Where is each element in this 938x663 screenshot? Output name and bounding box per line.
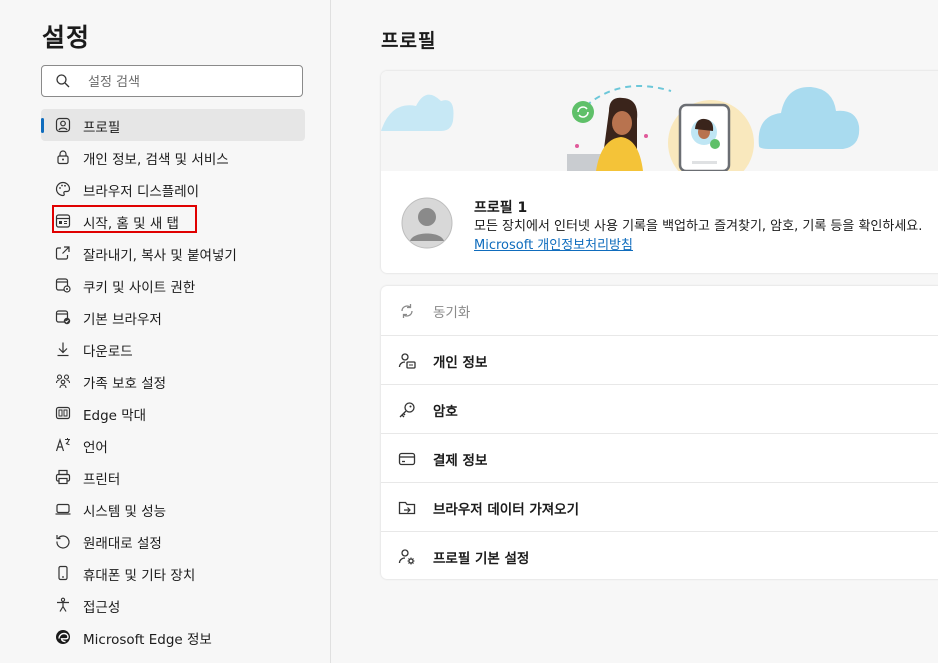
list-item-label: 브라우저 데이터 가져오기 [433,502,580,518]
profile-card: 프로필 1 모든 장치에서 인터넷 사용 기록을 백업하고 즐겨찾기, 암호, … [381,71,938,273]
profile-description: 모든 장치에서 인터넷 사용 기록을 백업하고 즐겨찾기, 암호, 기록 등을 … [474,217,934,255]
list-item-label: 암호 [433,404,458,420]
edge-bar-icon [55,405,71,421]
sidebar-item-reset[interactable]: 원래대로 설정 [41,525,305,557]
system-icon [55,501,71,517]
sidebar-item-label: 브라우저 디스플레이 [83,184,200,200]
profile-banner-illustration [381,71,938,171]
list-item-profile-preferences[interactable]: 프로필 기본 설정 [381,531,938,579]
sidebar-item-accessibility[interactable]: 접근성 [41,589,305,621]
lock-icon [55,149,71,165]
list-item-label: 개인 정보 [433,355,488,371]
sidebar-item-label: Edge 막대 [83,408,147,424]
sidebar-item-share-copy-paste[interactable]: 잘라내기, 복사 및 붙여넣기 [41,237,305,269]
sidebar-item-system[interactable]: 시스템 및 성능 [41,493,305,525]
sidebar-item-label: 잘라내기, 복사 및 붙여넣기 [83,248,237,264]
avatar [401,197,453,249]
key-icon [398,401,416,419]
card-icon [398,450,416,468]
list-item-label: 프로필 기본 설정 [433,551,530,567]
search-input[interactable] [86,70,290,94]
sidebar-item-label: 시스템 및 성능 [83,504,167,520]
default-browser-icon [55,309,71,325]
sidebar: 설정 프로필 개인 정보, 검색 및 서비스 브라우저 디스플레이 시작, 홈 … [0,0,331,663]
sidebar-item-label: 언어 [83,440,108,456]
sidebar-item-downloads[interactable]: 다운로드 [41,333,305,365]
sidebar-item-about[interactable]: Microsoft Edge 정보 [41,621,305,653]
list-item-import-data[interactable]: 브라우저 데이터 가져오기 [381,482,938,531]
highlight-box [52,205,197,233]
profile-description-text: 모든 장치에서 인터넷 사용 기록을 백업하고 즐겨찾기, 암호, 기록 등을 … [474,219,923,234]
sidebar-item-label: 개인 정보, 검색 및 서비스 [83,152,229,168]
privacy-policy-link[interactable]: Microsoft 개인정보처리방침 [474,238,633,253]
sidebar-item-appearance[interactable]: 브라우저 디스플레이 [41,173,305,205]
edge-logo-icon [55,629,71,645]
accessibility-icon [55,597,71,613]
sidebar-item-label: 가족 보호 설정 [83,376,167,392]
list-item-label: 동기화 [433,305,471,321]
cookie-icon [55,277,71,293]
family-icon [55,373,71,389]
profile-settings-icon [398,548,416,566]
sidebar-item-phone-devices[interactable]: 휴대폰 및 기타 장치 [41,557,305,589]
reset-icon [55,533,71,549]
profile-options-list: 동기화 개인 정보 암호 결제 정보 브라우저 데이터 가져오기 프로필 기본 … [381,286,938,579]
sidebar-item-label: 프로필 [83,120,121,136]
list-item-sync[interactable]: 동기화 [381,286,938,335]
palette-icon [55,181,71,197]
sidebar-item-label: Microsoft Edge 정보 [83,632,212,648]
profile-icon [55,117,71,133]
sidebar-item-privacy[interactable]: 개인 정보, 검색 및 서비스 [41,141,305,173]
sidebar-item-languages[interactable]: 언어 [41,429,305,461]
download-icon [55,341,71,357]
list-item-passwords[interactable]: 암호 [381,384,938,433]
sidebar-item-label: 프린터 [83,472,121,488]
sidebar-item-label: 기본 브라우저 [83,312,162,328]
sidebar-item-profile[interactable]: 프로필 [41,109,305,141]
share-icon [55,245,71,261]
page-title: 프로필 [381,30,437,52]
list-item-label: 결제 정보 [433,453,488,469]
sidebar-item-cookies[interactable]: 쿠키 및 사이트 권한 [41,269,305,301]
search-box[interactable] [41,65,303,97]
sidebar-item-default-browser[interactable]: 기본 브라우저 [41,301,305,333]
list-item-personal-info[interactable]: 개인 정보 [381,335,938,384]
import-icon [398,499,416,517]
sidebar-item-label: 쿠키 및 사이트 권한 [83,280,196,296]
sidebar-item-label: 접근성 [83,600,121,616]
list-item-payment-info[interactable]: 결제 정보 [381,433,938,482]
sync-icon [398,302,416,320]
printer-icon [55,469,71,485]
sidebar-item-family[interactable]: 가족 보호 설정 [41,365,305,397]
sidebar-item-printers[interactable]: 프린터 [41,461,305,493]
phone-icon [55,565,71,581]
search-icon [55,73,71,89]
profile-name: 프로필 1 [474,200,528,216]
language-icon [55,437,71,453]
sidebar-item-label: 휴대폰 및 기타 장치 [83,568,196,584]
sidebar-item-label: 원래대로 설정 [83,536,162,552]
personal-info-icon [398,352,416,370]
sidebar-item-edge-bar[interactable]: Edge 막대 [41,397,305,429]
sidebar-title: 설정 [42,23,91,52]
sidebar-item-label: 다운로드 [83,344,133,360]
